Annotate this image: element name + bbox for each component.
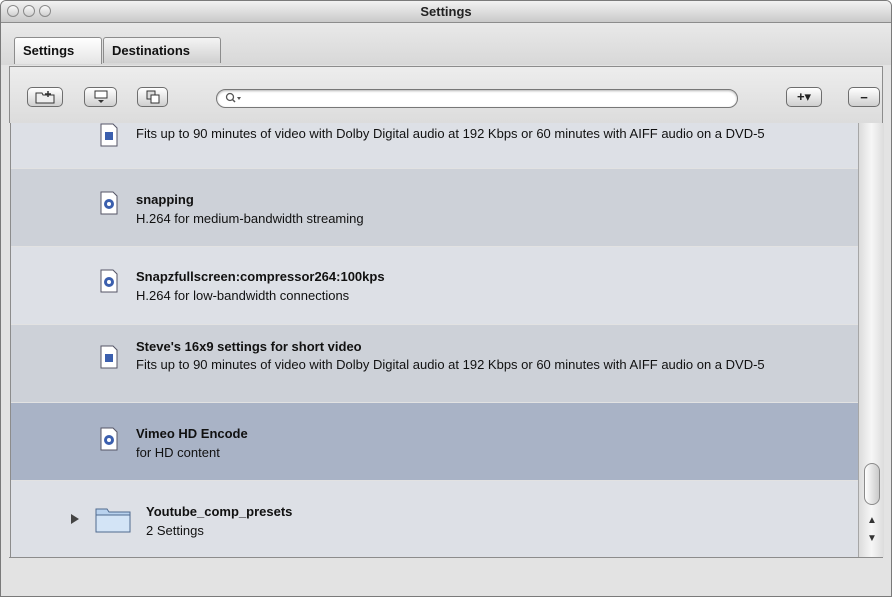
settings-list: Fits up to 90 minutes of video with Dolb… [10,123,858,557]
item-name: Youtube_comp_presets [146,504,293,519]
scroll-down-arrow-icon[interactable]: ▼ [866,533,878,545]
vertical-scrollbar[interactable]: ▲ ▼ [858,123,884,557]
remove-button[interactable]: − [848,87,880,107]
list-item-selected[interactable]: Vimeo HD Encode for HD content [11,403,858,481]
item-description: Fits up to 90 minutes of video with Dolb… [136,126,765,141]
window-footer [9,557,883,596]
document-icon [100,123,118,147]
new-folder-icon [35,91,55,104]
new-folder-button[interactable] [27,87,63,107]
item-description: 2 Settings [146,523,204,538]
item-name: Vimeo HD Encode [136,426,248,441]
new-setting-button[interactable] [84,87,117,107]
disclosure-triangle-icon[interactable] [71,514,79,524]
tab-bar: Settings Destinations [1,23,891,65]
tab-destinations[interactable]: Destinations [103,37,221,63]
list-item[interactable]: Snapzfullscreen:compressor264:100kps H.2… [11,247,858,325]
item-description: for HD content [136,445,220,460]
duplicate-icon [146,90,159,104]
search-icon [225,92,241,103]
new-setting-icon [94,90,107,103]
title-bar[interactable]: Settings [1,1,891,23]
list-item-folder[interactable]: Youtube_comp_presets 2 Settings [11,481,858,557]
settings-window: Settings Settings Destinations +▾ − Fits… [0,0,892,597]
search-field[interactable] [216,89,738,108]
toolbar: +▾ − [9,67,883,123]
scroll-up-arrow-icon[interactable]: ▲ [866,515,878,527]
scroll-thumb[interactable] [864,463,880,505]
quicktime-document-icon [100,191,118,215]
quicktime-document-icon [100,269,118,293]
item-description: H.264 for low-bandwidth connections [136,288,350,303]
item-name: Snapzfullscreen:compressor264:100kps [136,269,385,284]
document-icon [100,345,118,369]
add-menu-button[interactable]: +▾ [786,87,822,107]
list-item[interactable]: snapping H.264 for medium-bandwidth stre… [11,169,858,247]
quicktime-document-icon [100,427,118,451]
item-description: Fits up to 90 minutes of video with Dolb… [136,357,765,372]
item-name: Steve's 16x9 settings for short video [136,339,362,354]
folder-icon [95,508,131,533]
item-description: H.264 for medium-bandwidth streaming [136,211,364,226]
window-title: Settings [420,4,472,19]
duplicate-setting-button[interactable] [137,87,168,107]
item-name: snapping [136,192,194,207]
list-item[interactable]: Fits up to 90 minutes of video with Dolb… [11,123,858,169]
list-item[interactable]: Steve's 16x9 settings for short video Fi… [11,325,858,403]
tab-settings[interactable]: Settings [14,37,102,64]
